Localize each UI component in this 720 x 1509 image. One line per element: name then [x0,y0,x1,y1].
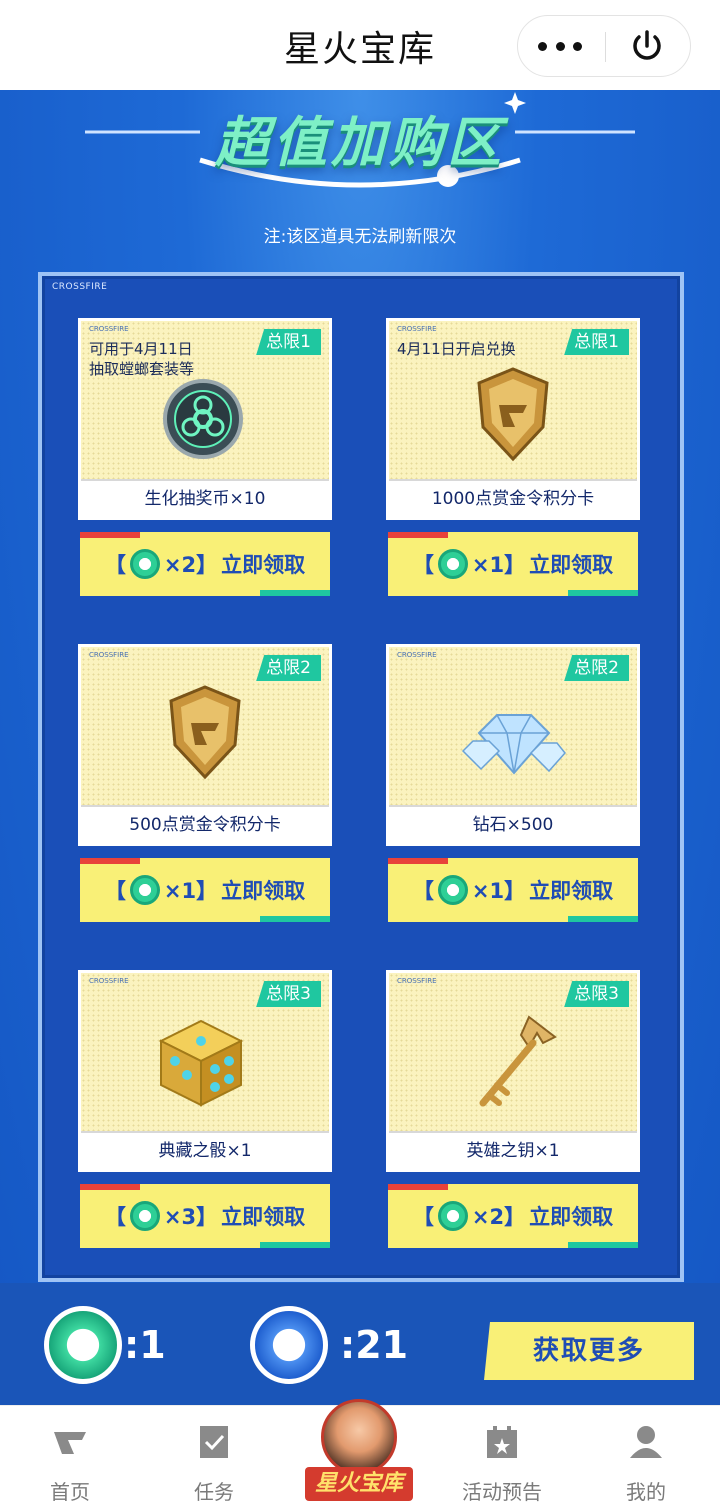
bracket: 【 [412,553,434,577]
gold-shield-icon [169,685,241,780]
capsule-divider [605,32,606,62]
avatar-icon [321,1399,397,1475]
close-power-icon[interactable] [628,28,666,66]
dice-icon [158,1019,244,1107]
biohazard-coin-icon [163,379,243,459]
item-name: 1000点赏金令积分卡 [389,479,637,517]
tab-treasury[interactable]: 星火宝库 [305,1395,413,1505]
green-coin-icon [437,1201,468,1231]
tab-label: 任务 [194,1480,234,1504]
cost-label: ×1】 [471,553,526,577]
tab-event-preview[interactable]: 活动预告 [452,1406,552,1509]
item-name: 英雄之钥×1 [389,1131,637,1169]
get-more-button[interactable]: 获取更多 [484,1322,694,1380]
green-coin-icon [129,549,160,579]
bracket: 【 [104,879,126,903]
tab-label: 活动预告 [462,1480,542,1504]
green-coin-icon [437,875,468,905]
panel-brand: CROSSFIRE [52,282,108,292]
cost-label: ×3】 [163,1205,218,1229]
item-name: 生化抽奖币×10 [81,479,329,517]
tab-label: 首页 [50,1480,90,1504]
item-description: 可用于4月11日 抽取螳螂套装等 [89,339,194,379]
cf-logo-icon [54,1432,86,1454]
limit-badge: 总限3 [564,981,629,1007]
cost-label: ×1】 [471,879,526,903]
item-name: 钻石×500 [389,805,637,843]
blue-currency-value: :21 [340,1323,409,1367]
bracket: 【 [412,1205,434,1229]
gold-shield-icon [477,367,549,462]
item-card: CROSSFIRE 总限2 500点赏金令积分卡 [78,644,332,846]
desc-line: 抽取螳螂套装等 [89,360,195,378]
cost-label: ×1】 [163,879,218,903]
tab-home[interactable]: 首页 [20,1406,120,1509]
item-name: 500点赏金令积分卡 [81,805,329,843]
card-brand: CROSSFIRE [397,977,437,985]
claim-button[interactable]: 【 ×3】 立即领取 [80,1184,330,1248]
claim-label: 立即领取 [221,1205,306,1229]
card-brand: CROSSFIRE [89,325,129,333]
limit-badge: 总限2 [256,655,321,681]
desc-line: 4月11日开启兑换 [397,340,516,358]
cost-label: ×2】 [471,1205,526,1229]
item-card: CROSSFIRE 总限2 钻石×500 [386,644,640,846]
claim-button[interactable]: 【 ×2】 立即领取 [388,1184,638,1248]
banner-title: 超值加购区 [215,111,505,174]
limit-badge: 总限3 [256,981,321,1007]
tab-treasury-label: 星火宝库 [305,1467,413,1501]
mini-program-capsule [517,15,691,77]
item-description: 4月11日开启兑换 [397,339,516,359]
more-options-button[interactable] [538,30,582,62]
tab-tasks[interactable]: 任务 [164,1406,264,1509]
item-card: CROSSFIRE 总限1 4月11日开启兑换 1000点赏金令积分卡 [386,318,640,520]
bracket: 【 [412,879,434,903]
claim-label: 立即领取 [529,553,614,577]
claim-label: 立即领取 [221,553,306,577]
user-icon [630,1426,662,1458]
item-card: CROSSFIRE 总限3 英雄之钥×1 [386,970,640,1172]
green-coin-icon [437,549,468,579]
green-coin-icon [129,875,160,905]
blue-coin-icon [250,1306,328,1384]
claim-label: 立即领取 [529,1205,614,1229]
limit-badge: 总限2 [564,655,629,681]
cost-label: ×2】 [163,553,218,577]
item-name: 典藏之骰×1 [81,1131,329,1169]
claim-button[interactable]: 【 ×1】 立即领取 [388,858,638,922]
claim-button[interactable]: 【 ×1】 立即领取 [388,532,638,596]
claim-button[interactable]: 【 ×2】 立即领取 [80,532,330,596]
claim-label: 立即领取 [221,879,306,903]
navigation-bar: 星火宝库 [0,0,720,90]
card-brand: CROSSFIRE [397,325,437,333]
limit-badge: 总限1 [564,329,629,355]
banner-note: 注:该区道具无法刷新限次 [263,227,457,247]
item-panel: CROSSFIRE CROSSFIRE 总限1 可用于4月11日 抽取螳螂套装等… [38,272,684,1282]
green-coin-icon [129,1201,160,1231]
tab-mine[interactable]: 我的 [596,1406,696,1509]
blue-currency: :21 [250,1306,409,1384]
bracket: 【 [104,553,126,577]
desc-line: 可用于4月11日 [89,340,193,358]
claim-label: 立即领取 [529,879,614,903]
task-icon [200,1426,228,1458]
key-icon [479,1015,557,1107]
green-currency: :1 [44,1306,166,1384]
bracket: 【 [104,1205,126,1229]
limit-badge: 总限1 [256,329,321,355]
diamond-icon [461,714,566,775]
green-coin-icon [44,1306,122,1384]
calendar-icon [487,1426,517,1458]
tab-label: 我的 [626,1480,666,1504]
card-brand: CROSSFIRE [397,651,437,659]
item-card: CROSSFIRE 总限3 典藏之骰×1 [78,970,332,1172]
card-brand: CROSSFIRE [89,977,129,985]
main-content: 超值加购区 注:该区道具无法刷新限次 CROSSFIRE CROSSFIRE 总… [0,90,720,1405]
green-currency-value: :1 [124,1323,166,1367]
card-brand: CROSSFIRE [89,651,129,659]
item-card: CROSSFIRE 总限1 可用于4月11日 抽取螳螂套装等 生化抽奖币×10 [78,318,332,520]
claim-button[interactable]: 【 ×1】 立即领取 [80,858,330,922]
